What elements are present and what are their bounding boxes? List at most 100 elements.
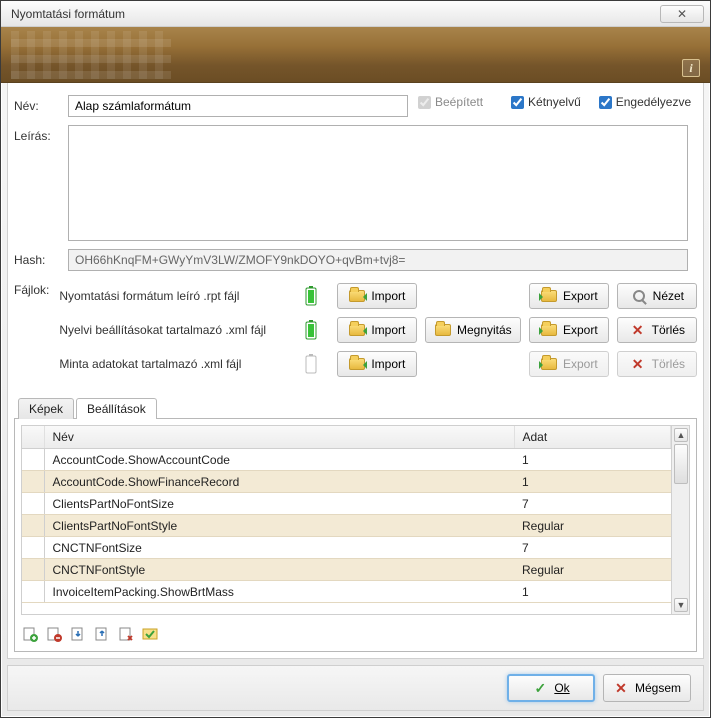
- export-button-label: Export: [563, 357, 598, 371]
- check-icon: ✓: [532, 680, 548, 696]
- import-button[interactable]: Import: [337, 351, 417, 377]
- export-button[interactable]: Export: [529, 283, 609, 309]
- file-row-label: Minta adatokat tartalmazó .xml fájl: [59, 357, 295, 371]
- cell-data[interactable]: Regular: [514, 559, 671, 581]
- cell-name[interactable]: InvoiceItemPacking.ShowBrtMass: [44, 581, 514, 603]
- enabled-label: Engedélyezve: [616, 95, 691, 109]
- cell-data[interactable]: 1: [514, 449, 671, 471]
- row-header-cell: [22, 581, 44, 603]
- cancel-button[interactable]: ✕ Mégsem: [603, 674, 691, 702]
- cell-data[interactable]: Regular: [514, 515, 671, 537]
- bilingual-checkbox-input[interactable]: [511, 96, 524, 109]
- hash-label: Hash:: [14, 249, 68, 267]
- cell-name[interactable]: AccountCode.ShowAccountCode: [44, 449, 514, 471]
- cell-data[interactable]: 1: [514, 581, 671, 603]
- settings-grid[interactable]: Név Adat AccountCode.ShowAccountCode1Acc…: [22, 426, 671, 614]
- import-button[interactable]: Import: [337, 283, 417, 309]
- row-name: Név: Beépített Kétnyelvű Engedélyezve: [14, 95, 697, 117]
- file-row-label: Nyomtatási formátum leíró .rpt fájl: [59, 289, 295, 303]
- folder-icon: [349, 288, 365, 304]
- view-button-label: Nézet: [653, 289, 684, 303]
- folder-icon: [349, 356, 365, 372]
- hash-input: [68, 249, 688, 271]
- grid-scrollbar[interactable]: ▲ ▼: [671, 426, 689, 614]
- grid-col-data[interactable]: Adat: [514, 426, 671, 449]
- close-icon: ✕: [677, 7, 687, 21]
- delete-settings-icon[interactable]: [117, 625, 135, 643]
- row-header-cell: [22, 559, 44, 581]
- export-button[interactable]: Export: [529, 317, 609, 343]
- remove-row-icon[interactable]: [45, 625, 63, 643]
- cell-name[interactable]: AccountCode.ShowFinanceRecord: [44, 471, 514, 493]
- banner-decoration: [11, 31, 171, 79]
- bilingual-checkbox[interactable]: Kétnyelvű: [511, 95, 581, 109]
- cancel-label: Mégsem: [635, 681, 681, 695]
- print-format-dialog: Nyomtatási formátum ✕ i Név: Beépített K…: [0, 0, 711, 718]
- cell-name[interactable]: ClientsPartNoFontStyle: [44, 515, 514, 537]
- delete-button[interactable]: ✕Törlés: [617, 317, 697, 343]
- cell-name[interactable]: ClientsPartNoFontSize: [44, 493, 514, 515]
- table-row[interactable]: CNCTNFontSize7: [22, 537, 671, 559]
- folder-icon: [435, 322, 451, 338]
- grid-col-name[interactable]: Név: [44, 426, 514, 449]
- cell-name[interactable]: CNCTNFontSize: [44, 537, 514, 559]
- file-row: Nyelvi beállításokat tartalmazó .xml fáj…: [59, 313, 697, 347]
- titlebar: Nyomtatási formátum ✕: [1, 1, 710, 27]
- grid-toolbar: [15, 621, 696, 651]
- info-icon[interactable]: i: [682, 59, 700, 77]
- file-row: Minta adatokat tartalmazó .xml fájl Impo…: [59, 347, 697, 381]
- ok-button[interactable]: ✓ Ok: [507, 674, 595, 702]
- table-row[interactable]: InvoiceItemPacking.ShowBrtMass1: [22, 581, 671, 603]
- add-row-icon[interactable]: [21, 625, 39, 643]
- view-button[interactable]: Nézet: [617, 283, 697, 309]
- scroll-up-button[interactable]: ▲: [674, 428, 688, 442]
- delete-button-label: Törlés: [652, 323, 685, 337]
- header-banner: i: [1, 27, 710, 83]
- file-rows: Nyomtatási formátum leíró .rpt fájl Impo…: [59, 279, 697, 381]
- tab-settings[interactable]: Beállítások: [76, 398, 157, 419]
- row-header-cell: [22, 471, 44, 493]
- open-button-label: Megnyitás: [457, 323, 512, 337]
- window-title: Nyomtatási formátum: [11, 7, 660, 21]
- table-row[interactable]: CNCTNFontStyleRegular: [22, 559, 671, 581]
- cell-data[interactable]: 7: [514, 537, 671, 559]
- open-button[interactable]: Megnyitás: [425, 317, 521, 343]
- export-button-label: Export: [563, 289, 598, 303]
- row-header-cell: [22, 449, 44, 471]
- desc-textarea[interactable]: [68, 125, 688, 241]
- table-row[interactable]: ClientsPartNoFontStyleRegular: [22, 515, 671, 537]
- export-settings-icon[interactable]: [93, 625, 111, 643]
- close-window-button[interactable]: ✕: [660, 5, 704, 23]
- row-hash: Hash:: [14, 249, 697, 271]
- cell-data[interactable]: 7: [514, 493, 671, 515]
- scroll-down-button[interactable]: ▼: [674, 598, 688, 612]
- grid-row-header-col: [22, 426, 44, 449]
- scroll-thumb[interactable]: [674, 444, 688, 484]
- tabpanel: Név Adat AccountCode.ShowAccountCode1Acc…: [14, 418, 697, 652]
- enabled-checkbox-input[interactable]: [599, 96, 612, 109]
- import-button[interactable]: Import: [337, 317, 417, 343]
- folder-icon: [541, 322, 557, 338]
- row-header-cell: [22, 515, 44, 537]
- cell-name[interactable]: CNCTNFontStyle: [44, 559, 514, 581]
- import-settings-icon[interactable]: [69, 625, 87, 643]
- table-row[interactable]: AccountCode.ShowFinanceRecord1: [22, 471, 671, 493]
- files-label: Fájlok:: [14, 279, 49, 297]
- enabled-checkbox[interactable]: Engedélyezve: [599, 95, 691, 109]
- table-row[interactable]: ClientsPartNoFontSize7: [22, 493, 671, 515]
- magnifier-icon: [631, 288, 647, 304]
- import-button-label: Import: [371, 357, 405, 371]
- delete-button-label: Törlés: [652, 357, 685, 371]
- delete-icon: ✕: [630, 356, 646, 372]
- cell-data[interactable]: 1: [514, 471, 671, 493]
- export-button: Export: [529, 351, 609, 377]
- folder-icon: [541, 356, 557, 372]
- bilingual-label: Kétnyelvű: [528, 95, 581, 109]
- tab-images[interactable]: Képek: [18, 398, 74, 419]
- table-row[interactable]: AccountCode.ShowAccountCode1: [22, 449, 671, 471]
- name-input[interactable]: [68, 95, 408, 117]
- validate-settings-icon[interactable]: [141, 625, 159, 643]
- dialog-content: Név: Beépített Kétnyelvű Engedélyezve Le…: [7, 83, 704, 659]
- delete-button: ✕ Törlés: [617, 351, 697, 377]
- builtin-label: Beépített: [435, 95, 483, 109]
